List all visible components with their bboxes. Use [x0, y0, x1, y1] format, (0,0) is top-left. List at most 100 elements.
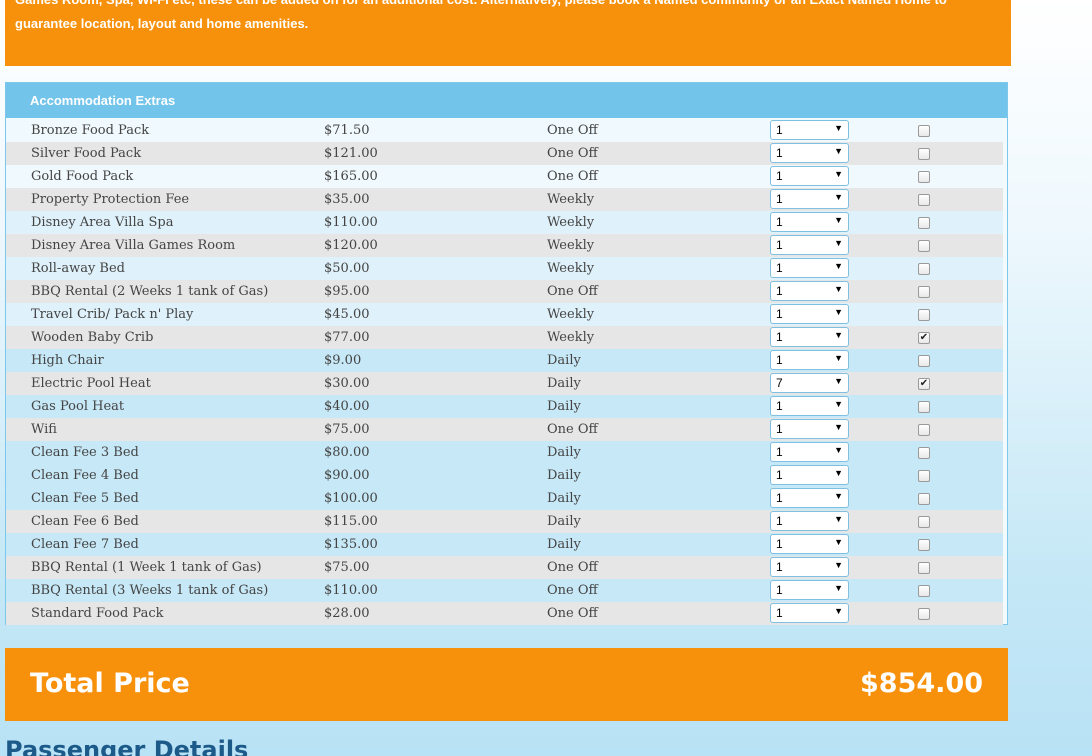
chevron-down-icon: ▼: [834, 468, 843, 478]
quantity-select[interactable]: 1 ▼: [770, 327, 849, 347]
quantity-select[interactable]: 1 ▼: [770, 258, 849, 278]
extra-checkbox[interactable]: [918, 424, 930, 436]
quantity-select[interactable]: 1 ▼: [770, 281, 849, 301]
extra-checkbox[interactable]: [918, 355, 930, 367]
extras-header: Accommodation Extras: [6, 83, 1007, 118]
extra-name: Disney Area Villa Spa: [31, 215, 174, 230]
chevron-down-icon: ▼: [834, 123, 843, 133]
quantity-value: 1: [776, 445, 783, 459]
extra-checkbox[interactable]: [918, 539, 930, 551]
passenger-details-heading: Passenger Details: [5, 736, 249, 756]
extra-checkbox[interactable]: [918, 171, 930, 183]
extra-frequency: Daily: [547, 399, 581, 414]
quantity-select[interactable]: 1 ▼: [770, 534, 849, 554]
extra-checkbox[interactable]: [918, 447, 930, 459]
extra-frequency: Weekly: [547, 330, 595, 345]
extra-price: $95.00: [324, 284, 370, 299]
chevron-down-icon: ▼: [834, 192, 843, 202]
quantity-select[interactable]: 1 ▼: [770, 603, 849, 623]
extra-price: $9.00: [324, 353, 362, 368]
extra-checkbox[interactable]: [918, 286, 930, 298]
extra-frequency: Daily: [547, 376, 581, 391]
extra-frequency: One Off: [547, 169, 598, 184]
chevron-down-icon: ▼: [834, 169, 843, 179]
quantity-select[interactable]: 1 ▼: [770, 143, 849, 163]
extra-price: $90.00: [324, 468, 370, 483]
extras-row: Travel Crib/ Pack n' Play $45.00 Weekly 1 ▼: [6, 303, 1003, 326]
extra-checkbox[interactable]: [918, 585, 930, 597]
extra-checkbox[interactable]: [918, 470, 930, 482]
quantity-select[interactable]: 7 ▼: [770, 373, 849, 393]
quantity-select[interactable]: 1 ▼: [770, 396, 849, 416]
quantity-select[interactable]: 1 ▼: [770, 304, 849, 324]
checkmark-icon: ✔: [919, 378, 929, 389]
quantity-select[interactable]: 1 ▼: [770, 189, 849, 209]
extras-row: Roll-away Bed $50.00 Weekly 1 ▼: [6, 257, 1003, 280]
quantity-value: 1: [776, 238, 783, 252]
extra-price: $50.00: [324, 261, 370, 276]
extras-row: Clean Fee 3 Bed $80.00 Daily 1 ▼: [6, 441, 1003, 464]
extra-checkbox[interactable]: [918, 608, 930, 620]
quantity-select[interactable]: 1 ▼: [770, 488, 849, 508]
extra-checkbox[interactable]: [918, 562, 930, 574]
extras-row: Property Protection Fee $35.00 Weekly 1 ▼: [6, 188, 1003, 211]
extras-row: Wooden Baby Crib $77.00 Weekly 1 ▼ ✔: [6, 326, 1003, 349]
extra-checkbox[interactable]: [918, 217, 930, 229]
chevron-down-icon: ▼: [834, 514, 843, 524]
extra-name: BBQ Rental (2 Weeks 1 tank of Gas): [31, 284, 269, 299]
extra-price: $75.00: [324, 422, 370, 437]
extra-frequency: One Off: [547, 123, 598, 138]
extra-frequency: One Off: [547, 560, 598, 575]
extra-frequency: Weekly: [547, 238, 595, 253]
extra-checkbox[interactable]: [918, 194, 930, 206]
extra-name: Clean Fee 4 Bed: [31, 468, 139, 483]
quantity-select[interactable]: 1 ▼: [770, 212, 849, 232]
extra-checkbox[interactable]: ✔: [918, 378, 930, 390]
extras-row: Clean Fee 4 Bed $90.00 Daily 1 ▼: [6, 464, 1003, 487]
quantity-value: 1: [776, 537, 783, 551]
extra-price: $40.00: [324, 399, 370, 414]
extra-name: Wooden Baby Crib: [31, 330, 154, 345]
extra-frequency: One Off: [547, 284, 598, 299]
extra-checkbox[interactable]: ✔: [918, 332, 930, 344]
quantity-select[interactable]: 1 ▼: [770, 557, 849, 577]
extra-checkbox[interactable]: [918, 263, 930, 275]
extra-name: Clean Fee 5 Bed: [31, 491, 139, 506]
extra-frequency: Daily: [547, 491, 581, 506]
quantity-select[interactable]: 1 ▼: [770, 465, 849, 485]
total-price-bar: Total Price $854.00: [5, 648, 1008, 721]
extra-checkbox[interactable]: [918, 493, 930, 505]
quantity-select[interactable]: 1 ▼: [770, 511, 849, 531]
extra-frequency: Weekly: [547, 192, 595, 207]
quantity-select[interactable]: 1 ▼: [770, 442, 849, 462]
extra-name: Silver Food Pack: [31, 146, 142, 161]
chevron-down-icon: ▼: [834, 261, 843, 271]
extra-name: Gas Pool Heat: [31, 399, 125, 414]
quantity-value: 1: [776, 284, 783, 298]
quantity-value: 7: [776, 376, 783, 390]
quantity-select[interactable]: 1 ▼: [770, 350, 849, 370]
quantity-select[interactable]: 1 ▼: [770, 235, 849, 255]
extra-frequency: Daily: [547, 537, 581, 552]
quantity-value: 1: [776, 399, 783, 413]
extra-checkbox[interactable]: [918, 401, 930, 413]
quantity-select[interactable]: 1 ▼: [770, 580, 849, 600]
chevron-down-icon: ▼: [834, 307, 843, 317]
extra-checkbox[interactable]: [918, 309, 930, 321]
extra-checkbox[interactable]: [918, 125, 930, 137]
notice-line-2: guarantee location, layout and home amen…: [15, 16, 309, 31]
chevron-down-icon: ▼: [834, 353, 843, 363]
quantity-value: 1: [776, 330, 783, 344]
quantity-value: 1: [776, 583, 783, 597]
chevron-down-icon: ▼: [834, 330, 843, 340]
extras-row: BBQ Rental (3 Weeks 1 tank of Gas) $110.0…: [6, 579, 1003, 602]
chevron-down-icon: ▼: [834, 560, 843, 570]
quantity-select[interactable]: 1 ▼: [770, 419, 849, 439]
quantity-select[interactable]: 1 ▼: [770, 120, 849, 140]
extra-checkbox[interactable]: [918, 516, 930, 528]
quantity-select[interactable]: 1 ▼: [770, 166, 849, 186]
chevron-down-icon: ▼: [834, 583, 843, 593]
chevron-down-icon: ▼: [834, 422, 843, 432]
extra-checkbox[interactable]: [918, 148, 930, 160]
extra-checkbox[interactable]: [918, 240, 930, 252]
